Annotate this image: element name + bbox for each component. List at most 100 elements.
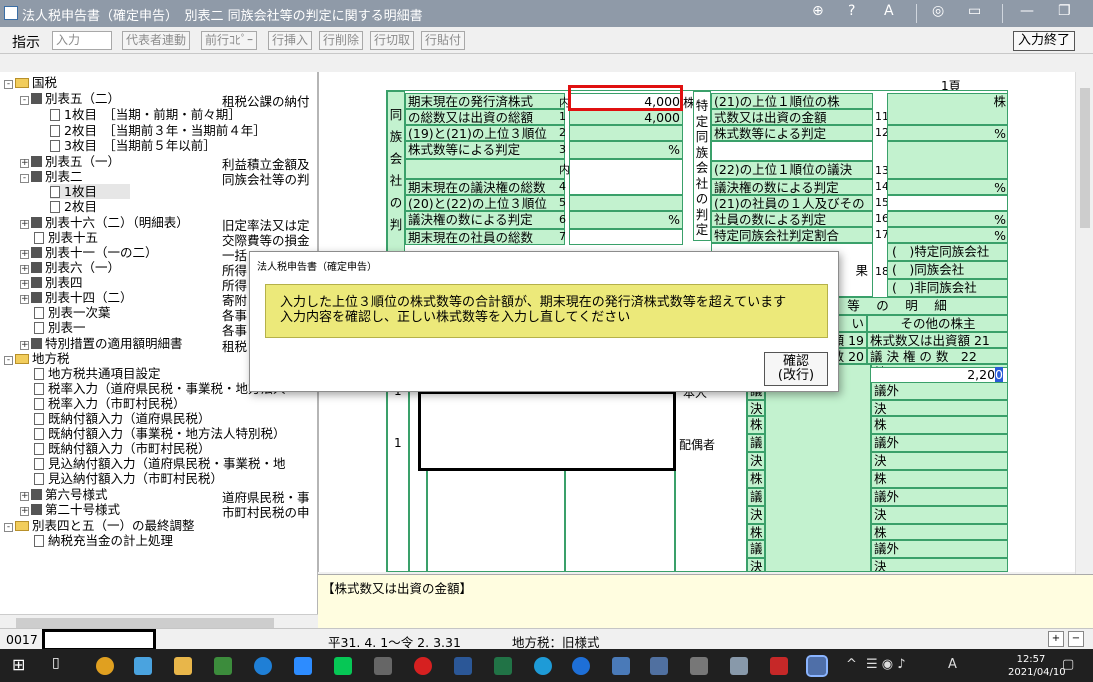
zoom-icon[interactable]: ⊕	[812, 3, 824, 19]
judgment-option-non-family[interactable]: ( )非同族会社	[887, 279, 1007, 297]
confirm-button[interactable]: 確認 (改行)	[764, 352, 828, 386]
line-icon[interactable]	[334, 657, 352, 675]
app-icon-7[interactable]	[650, 657, 668, 675]
file-explorer-icon[interactable]	[174, 657, 192, 675]
tray-chevron-icon[interactable]: ^	[846, 657, 857, 672]
representative-link-button[interactable]: 代表者連動	[122, 31, 191, 50]
copy-prev-row-button[interactable]: 前行ｺﾋﾟｰ	[201, 31, 258, 50]
windows-start-icon[interactable]: ⊞	[12, 655, 25, 674]
tree-item-chihozei[interactable]: - 地方税	[4, 351, 70, 366]
other-shares-row4[interactable]: 株	[871, 524, 1007, 540]
tree-item-estimate-prefecture[interactable]: 見込納付額入力（道府県民税・事業税・地	[34, 456, 286, 471]
zoom-app-icon[interactable]	[294, 657, 312, 675]
app-icon	[4, 6, 18, 20]
zoom-in-icon[interactable]: +	[1048, 631, 1064, 647]
display-icon[interactable]: ▭	[968, 3, 981, 19]
col-label-21: 株式数又は出資額 21	[867, 332, 1007, 348]
edge-icon[interactable]	[534, 657, 552, 675]
other-shares-row3[interactable]: 株	[871, 470, 1007, 488]
document-icon	[34, 232, 44, 244]
settings-icon[interactable]: ◎	[932, 3, 944, 19]
minimize-icon[interactable]: —	[1020, 3, 1034, 19]
tree-item-beppyo15[interactable]: 別表十五	[34, 230, 98, 245]
help-icon[interactable]: ?	[848, 3, 855, 19]
judgment-option-family[interactable]: ( )同族会社	[887, 261, 1007, 279]
tree-item-beppyo5-1[interactable]: + 別表五（一）	[20, 154, 120, 169]
app-icon-9[interactable]	[730, 657, 748, 675]
tree-item-page1[interactable]: 1枚目 ［当期・前期・前々期］	[50, 107, 241, 122]
tree-item-form6[interactable]: + 第六号様式	[20, 487, 108, 502]
tray-icons[interactable]: ☰ ◉ ♪	[866, 657, 906, 672]
chrome-icon[interactable]	[96, 657, 114, 675]
tree-item-beppyo5-2[interactable]: - 別表五（二）	[20, 91, 120, 106]
tree-item-beppyo1[interactable]: 別表一	[34, 320, 86, 335]
tree-item-beppyo2-page2[interactable]: 2枚目	[50, 199, 97, 214]
tree-item-beppyo2-page1[interactable]: 1枚目	[50, 184, 130, 199]
document-icon	[34, 398, 44, 410]
app-icon-5[interactable]	[414, 657, 432, 675]
instruction-input[interactable]: 入力	[52, 31, 112, 50]
tree-item-beppyo16-2[interactable]: + 別表十六（二）（明細表）	[20, 215, 189, 230]
tree-item-page3[interactable]: 3枚目 ［当期前５年以前］	[50, 138, 216, 153]
app-icon-6[interactable]	[612, 657, 630, 675]
judgment-option-specific[interactable]: ( )特定同族会社	[887, 243, 1007, 261]
tree-item-page2[interactable]: 2枚目 ［当期前３年・当期前４年］	[50, 123, 266, 138]
members-input[interactable]	[569, 229, 683, 245]
member-count-input[interactable]	[887, 195, 1007, 211]
insert-row-button[interactable]: 行挿入	[268, 31, 313, 50]
right-row-label-16: 社員の数による判定	[711, 211, 873, 227]
end-input-button[interactable]: 入力終了	[1013, 31, 1076, 51]
other-shares-row2[interactable]: 株	[871, 416, 1007, 434]
tree-item-tokubetsu-sochi[interactable]: + 特別措置の適用額明細書	[20, 336, 183, 351]
tree-item-beppyo6-1[interactable]: + 別表六（一）	[20, 260, 120, 275]
app-icon-4[interactable]	[374, 657, 392, 675]
tree-item-estimate-municipal[interactable]: 見込納付額入力（市町村民税）	[34, 471, 223, 486]
top1-voting-value	[887, 141, 1007, 179]
tree-item-rate-prefecture[interactable]: 税率入力（道府県民税・事業税・地方法人	[34, 381, 286, 396]
row-label-5: (20)と(22)の上位３順位	[405, 195, 565, 211]
tree-item-beppyo4[interactable]: + 別表四	[20, 275, 83, 290]
tree-item-rate-municipal[interactable]: 税率入力（市町村民税）	[34, 396, 186, 411]
app-icon-1[interactable]	[134, 657, 152, 675]
top1-shares-value: 株	[887, 93, 1007, 125]
notification-icon[interactable]: ▢	[1062, 657, 1074, 672]
tree-item-kokuzei[interactable]: - 国税	[4, 75, 57, 90]
tree-item-beppyo2[interactable]: - 別表二	[20, 169, 83, 184]
voting-rights-input[interactable]	[569, 159, 683, 195]
font-size-icon[interactable]: A	[884, 3, 894, 19]
delete-row-button[interactable]: 行削除	[319, 31, 364, 50]
ie-icon[interactable]	[572, 657, 590, 675]
app-icon-2[interactable]	[214, 657, 232, 675]
word-icon[interactable]	[454, 657, 472, 675]
document-icon	[34, 535, 44, 547]
status-bar: 0017 平31. 4. 1～令 2. 3.31 地方税：旧様式 + −	[0, 628, 1093, 651]
tree-item-local-common[interactable]: 地方税共通項目設定	[34, 366, 161, 381]
app-icon-3[interactable]	[254, 657, 272, 675]
restore-icon[interactable]: ❐	[1058, 3, 1071, 19]
tree-item-paid-municipal[interactable]: 既納付額入力（市町村民税）	[34, 441, 211, 456]
tree-item-provision[interactable]: 納税充当金の計上処理	[34, 533, 173, 548]
field-help-bar: 【株式数又は出資の金額】	[318, 574, 1093, 628]
status-code: 0017	[6, 632, 38, 647]
active-app-icon[interactable]	[806, 655, 828, 677]
task-view-icon[interactable]: ▯	[52, 655, 60, 671]
document-icon	[34, 413, 44, 425]
excel-icon[interactable]	[494, 657, 512, 675]
form-vertical-scrollbar[interactable]	[1075, 72, 1093, 575]
tree-item-form20[interactable]: + 第二十号様式	[20, 502, 120, 517]
clock[interactable]: 12:57 2021/04/10	[1008, 653, 1066, 679]
tree-item-paid-business[interactable]: 既納付額入力（事業税・地方法人特別税）	[34, 426, 286, 441]
tree-item-beppyo1-jiyo[interactable]: 別表一次葉	[34, 305, 111, 320]
tree-item-beppyo14-2[interactable]: + 別表十四（二）	[20, 290, 133, 305]
row-label-1b: の総数又は出資の総額	[405, 109, 565, 125]
ime-icon[interactable]: A	[948, 657, 957, 672]
paste-row-button[interactable]: 行貼付	[421, 31, 466, 50]
tree-item-paid-prefecture[interactable]: 既納付額入力（道府県民税）	[34, 411, 211, 426]
app-icon-8[interactable]	[690, 657, 708, 675]
pdf-icon[interactable]	[770, 657, 788, 675]
other-shares-amount-input[interactable]: 2,200	[870, 367, 1008, 383]
tree-item-final-adjustment[interactable]: - 別表四と五（一）の最終調整	[4, 518, 195, 533]
cut-row-button[interactable]: 行切取	[370, 31, 415, 50]
zoom-out-icon[interactable]: −	[1068, 631, 1084, 647]
tree-item-beppyo11-1-2[interactable]: + 別表十一（一の二）	[20, 245, 158, 260]
